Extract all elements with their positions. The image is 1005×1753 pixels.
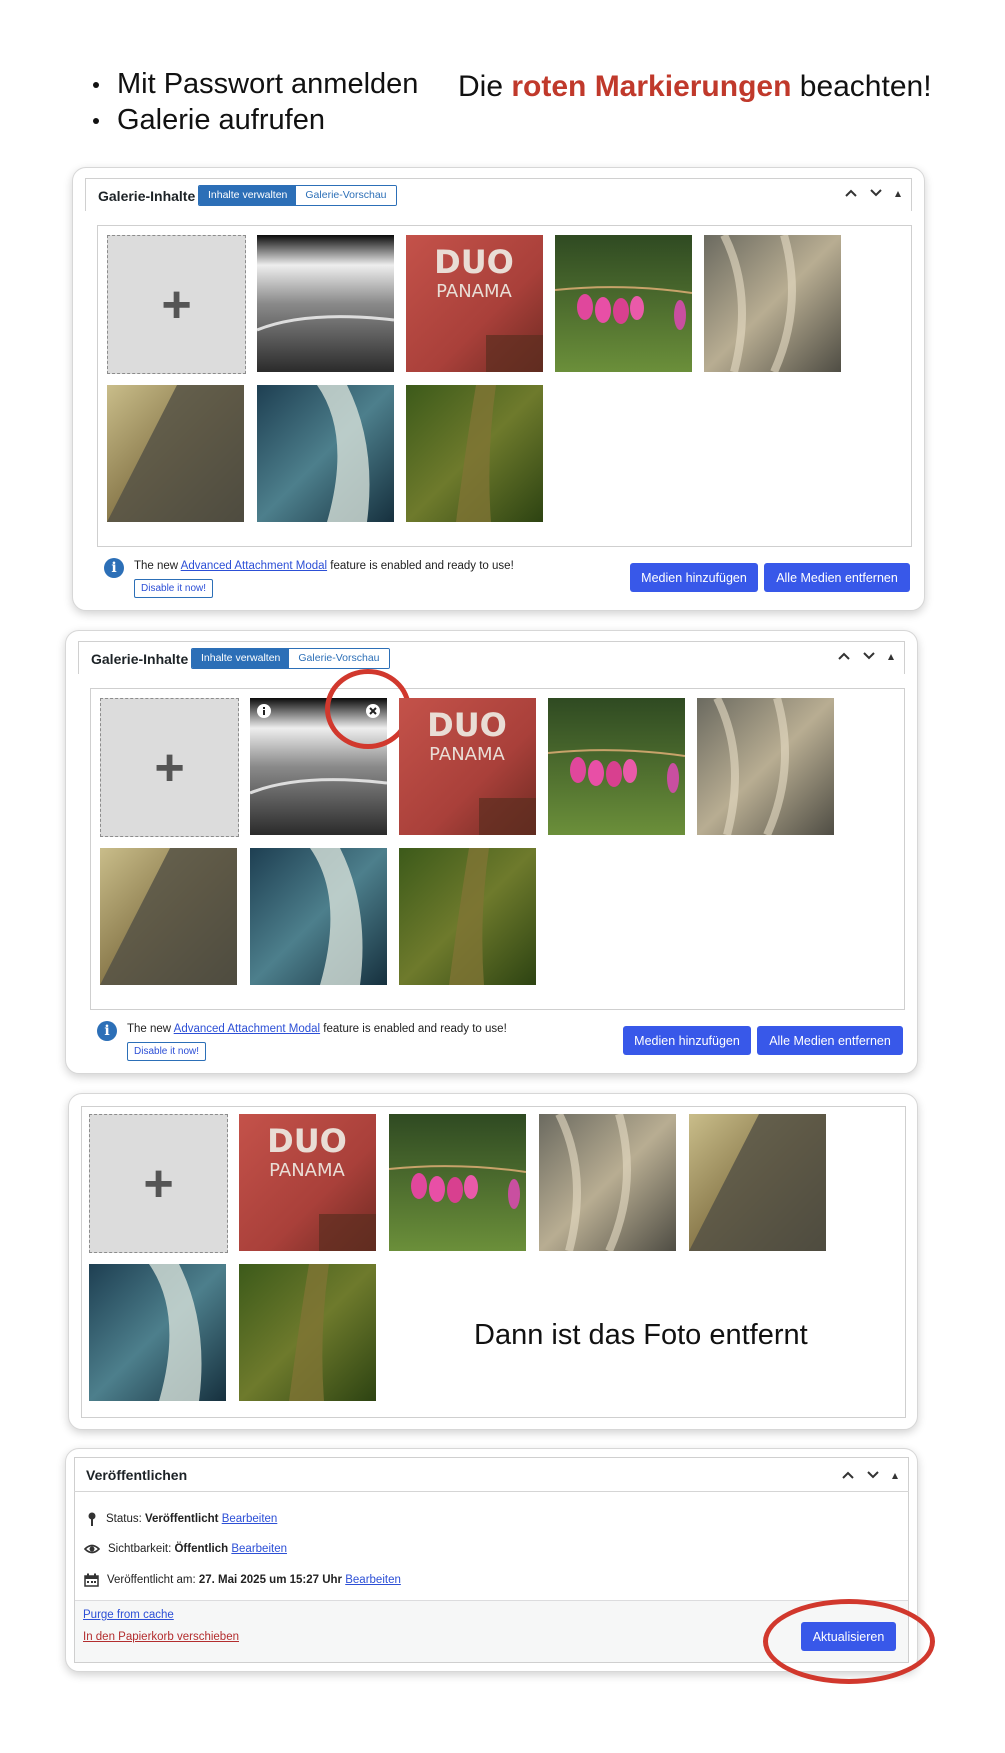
chevron-up-icon[interactable] (837, 649, 851, 664)
hint-prefix: Die (458, 70, 512, 103)
panel-controls (844, 186, 902, 201)
info-icon: i (104, 558, 124, 578)
visibility-value: Öffentlich (174, 1543, 229, 1555)
panel-title: Galerie-Inhalte (98, 188, 196, 204)
thumbnail-flowers[interactable] (555, 235, 692, 372)
tab-preview[interactable]: Galerie-Vorschau (289, 649, 389, 668)
thumbnail-tree[interactable] (399, 848, 536, 985)
panel-tabs: Inhalte verwalten Galerie-Vorschau (191, 648, 390, 669)
chevron-down-icon[interactable] (869, 186, 883, 201)
add-media-tile[interactable]: + (107, 235, 246, 374)
disable-feature-button[interactable]: Disable it now! (134, 579, 214, 598)
visibility-row: Sichtbarkeit: Öffentlich Bearbeiten (84, 1543, 287, 1555)
disable-feature-button[interactable]: Disable it now! (127, 1042, 207, 1061)
thumbnail-bark[interactable] (539, 1114, 676, 1251)
status-row: Status: Veröffentlicht Bearbeiten (86, 1512, 277, 1526)
hint-text: Die roten Markierungen beachten! (458, 70, 932, 104)
result-panel: + DUO PANAMA Dann ist das Foto entfernt (68, 1093, 918, 1430)
add-media-button[interactable]: Medien hinzufügen (623, 1026, 751, 1055)
remove-all-media-button[interactable]: Alle Medien entfernen (757, 1026, 903, 1055)
thumbnail-bark[interactable] (704, 235, 841, 372)
tab-manage[interactable]: Inhalte verwalten (192, 649, 290, 668)
remove-all-media-button[interactable]: Alle Medien entfernen (764, 563, 910, 592)
thumbnail-blue-rock[interactable] (257, 385, 394, 522)
thumbnail-tree[interactable] (239, 1264, 376, 1401)
collapse-triangle-icon[interactable] (891, 1468, 899, 1483)
edit-status-link[interactable]: Bearbeiten (222, 1513, 278, 1525)
collapse-triangle-icon[interactable] (894, 186, 902, 201)
panel-controls (837, 649, 895, 664)
status-label: Status: (106, 1513, 145, 1525)
feature-notice: The new Advanced Attachment Modal featur… (134, 560, 514, 572)
gallery-panel-1: Galerie-Inhalte Inhalte verwalten Galeri… (72, 167, 925, 611)
chevron-up-icon[interactable] (844, 186, 858, 201)
instruction-step: Galerie aufrufen (84, 102, 418, 138)
published-label: Veröffentlicht am: (107, 1574, 199, 1586)
chevron-down-icon[interactable] (866, 1468, 880, 1483)
info-icon: i (97, 1021, 117, 1041)
thumbnail-duo-panama[interactable]: DUOPANAMA (406, 235, 543, 372)
thumbnail-beach[interactable] (257, 235, 394, 372)
svg-text:DUO: DUO (427, 706, 507, 744)
thumbnail-flowers[interactable] (389, 1114, 526, 1251)
panel-tabs: Inhalte verwalten Galerie-Vorschau (198, 185, 397, 206)
svg-text:PANAMA: PANAMA (436, 281, 512, 302)
eye-icon (84, 1544, 100, 1554)
thumbnail-rock[interactable] (107, 385, 244, 522)
thumbnail-rock[interactable] (689, 1114, 826, 1251)
visibility-label: Sichtbarkeit: (108, 1543, 175, 1555)
chevron-up-icon[interactable] (841, 1468, 855, 1483)
hint-suffix: beachten! (791, 70, 932, 103)
trash-link[interactable]: In den Papierkorb verschieben (83, 1631, 239, 1643)
svg-text:DUO: DUO (267, 1122, 347, 1160)
instruction-steps: Mit Passwort anmelden Galerie aufrufen (84, 66, 418, 138)
gallery-panel-2: Galerie-Inhalte Inhalte verwalten Galeri… (65, 630, 918, 1074)
panel-controls (841, 1468, 899, 1483)
published-value: 27. Mai 2025 um 15:27 Uhr (198, 1574, 343, 1586)
advanced-modal-link[interactable]: Advanced Attachment Modal (174, 1023, 320, 1035)
published-row: Veröffentlicht am: 27. Mai 2025 um 15:27… (84, 1573, 401, 1587)
feature-notice: The new Advanced Attachment Modal featur… (127, 1023, 507, 1035)
thumbnail-flowers[interactable] (548, 698, 685, 835)
tab-preview[interactable]: Galerie-Vorschau (296, 186, 396, 205)
notice-suffix: feature is enabled and ready to use! (327, 560, 514, 572)
pin-icon (88, 1512, 96, 1526)
svg-text:PANAMA: PANAMA (429, 744, 505, 765)
add-media-button[interactable]: Medien hinzufügen (630, 563, 758, 592)
notice-suffix: feature is enabled and ready to use! (320, 1023, 507, 1035)
tab-manage[interactable]: Inhalte verwalten (199, 186, 297, 205)
edit-published-link[interactable]: Bearbeiten (345, 1574, 401, 1586)
add-media-tile[interactable]: + (100, 698, 239, 837)
svg-text:DUO: DUO (434, 243, 514, 281)
add-media-tile[interactable]: + (89, 1114, 228, 1253)
thumbnail-blue-rock[interactable] (250, 848, 387, 985)
publish-panel: Veröffentlichen Status: Veröffentlicht B… (65, 1448, 935, 1684)
edit-visibility-link[interactable]: Bearbeiten (231, 1543, 287, 1555)
thumbnail-duo-panama[interactable]: DUOPANAMA (399, 698, 536, 835)
thumbnail-rock[interactable] (100, 848, 237, 985)
collapse-triangle-icon[interactable] (887, 649, 895, 664)
result-caption: Dann ist das Foto entfernt (474, 1319, 808, 1351)
status-value: Veröffentlicht (145, 1513, 219, 1525)
red-marker-update (763, 1599, 935, 1684)
info-circle-icon[interactable] (256, 703, 272, 719)
panel-title: Galerie-Inhalte (91, 651, 189, 667)
advanced-modal-link[interactable]: Advanced Attachment Modal (181, 560, 327, 572)
instruction-step: Mit Passwort anmelden (84, 66, 418, 102)
svg-text:PANAMA: PANAMA (269, 1160, 345, 1181)
thumbnail-duo-panama[interactable]: DUOPANAMA (239, 1114, 376, 1251)
thumbnail-tree[interactable] (406, 385, 543, 522)
publish-title: Veröffentlichen (86, 1467, 188, 1483)
purge-cache-link[interactable]: Purge from cache (83, 1609, 174, 1621)
notice-prefix: The new (127, 1023, 174, 1035)
thumbnail-blue-rock[interactable] (89, 1264, 226, 1401)
calendar-icon (84, 1573, 99, 1587)
hint-emphasis: roten Markierungen (511, 70, 792, 103)
chevron-down-icon[interactable] (862, 649, 876, 664)
thumbnail-bark[interactable] (697, 698, 834, 835)
notice-prefix: The new (134, 560, 181, 572)
